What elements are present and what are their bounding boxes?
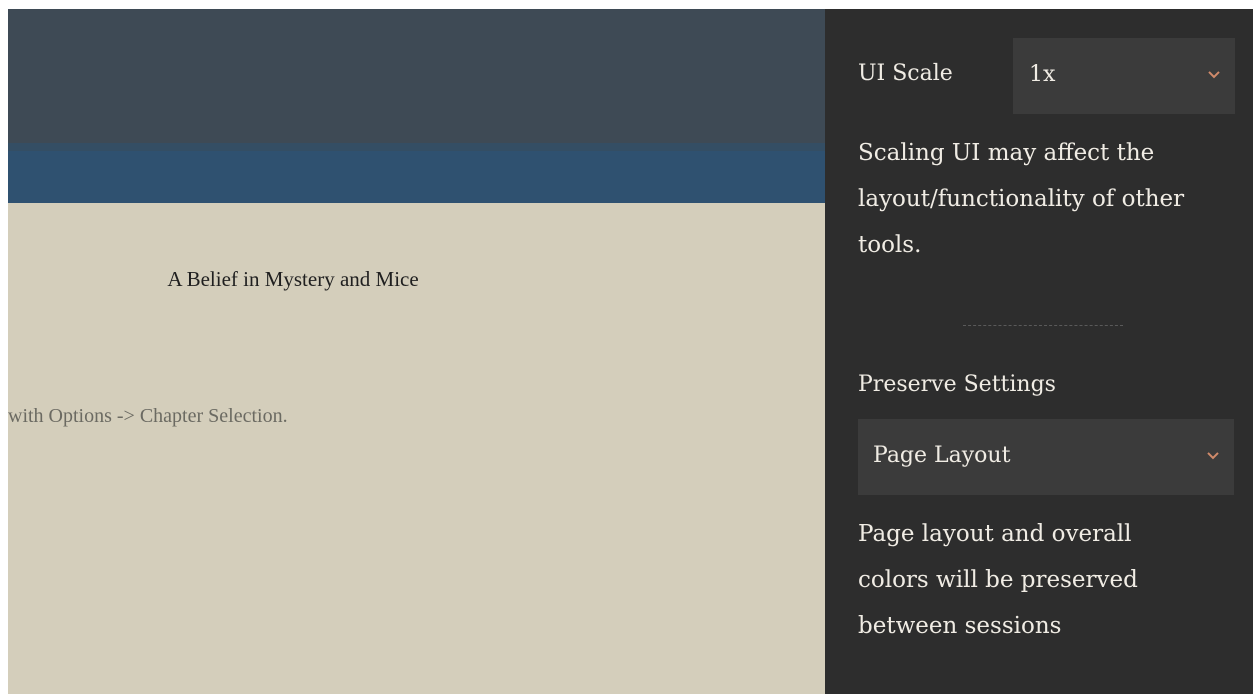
preserve-settings-value: Page Layout	[873, 443, 1011, 468]
reader-view: A Belief in Mystery and Mice with Option…	[8, 9, 825, 694]
chapter-title: A Belief in Mystery and Mice	[167, 267, 419, 291]
chevron-down-icon	[1208, 71, 1220, 79]
ui-scale-select[interactable]: 1x	[1013, 38, 1235, 114]
preserve-settings-label: Preserve Settings	[858, 372, 1056, 397]
ui-scale-label: UI Scale	[858, 61, 953, 86]
section-divider	[963, 325, 1123, 326]
settings-panel: UI Scale 1x Scaling UI may affect the la…	[825, 9, 1253, 694]
ui-scale-value: 1x	[1029, 62, 1056, 87]
chapter-hint-text: with Options -> Chapter Selection.	[8, 405, 288, 427]
chevron-down-icon	[1207, 452, 1219, 460]
reader-top-bar	[8, 9, 825, 143]
preserve-settings-select[interactable]: Page Layout	[858, 419, 1234, 495]
ui-scale-description: Scaling UI may affect the layout/functio…	[858, 140, 1185, 258]
preserve-settings-description: Page layout and overall colors will be p…	[858, 521, 1138, 639]
reader-sub-bar	[8, 143, 825, 203]
